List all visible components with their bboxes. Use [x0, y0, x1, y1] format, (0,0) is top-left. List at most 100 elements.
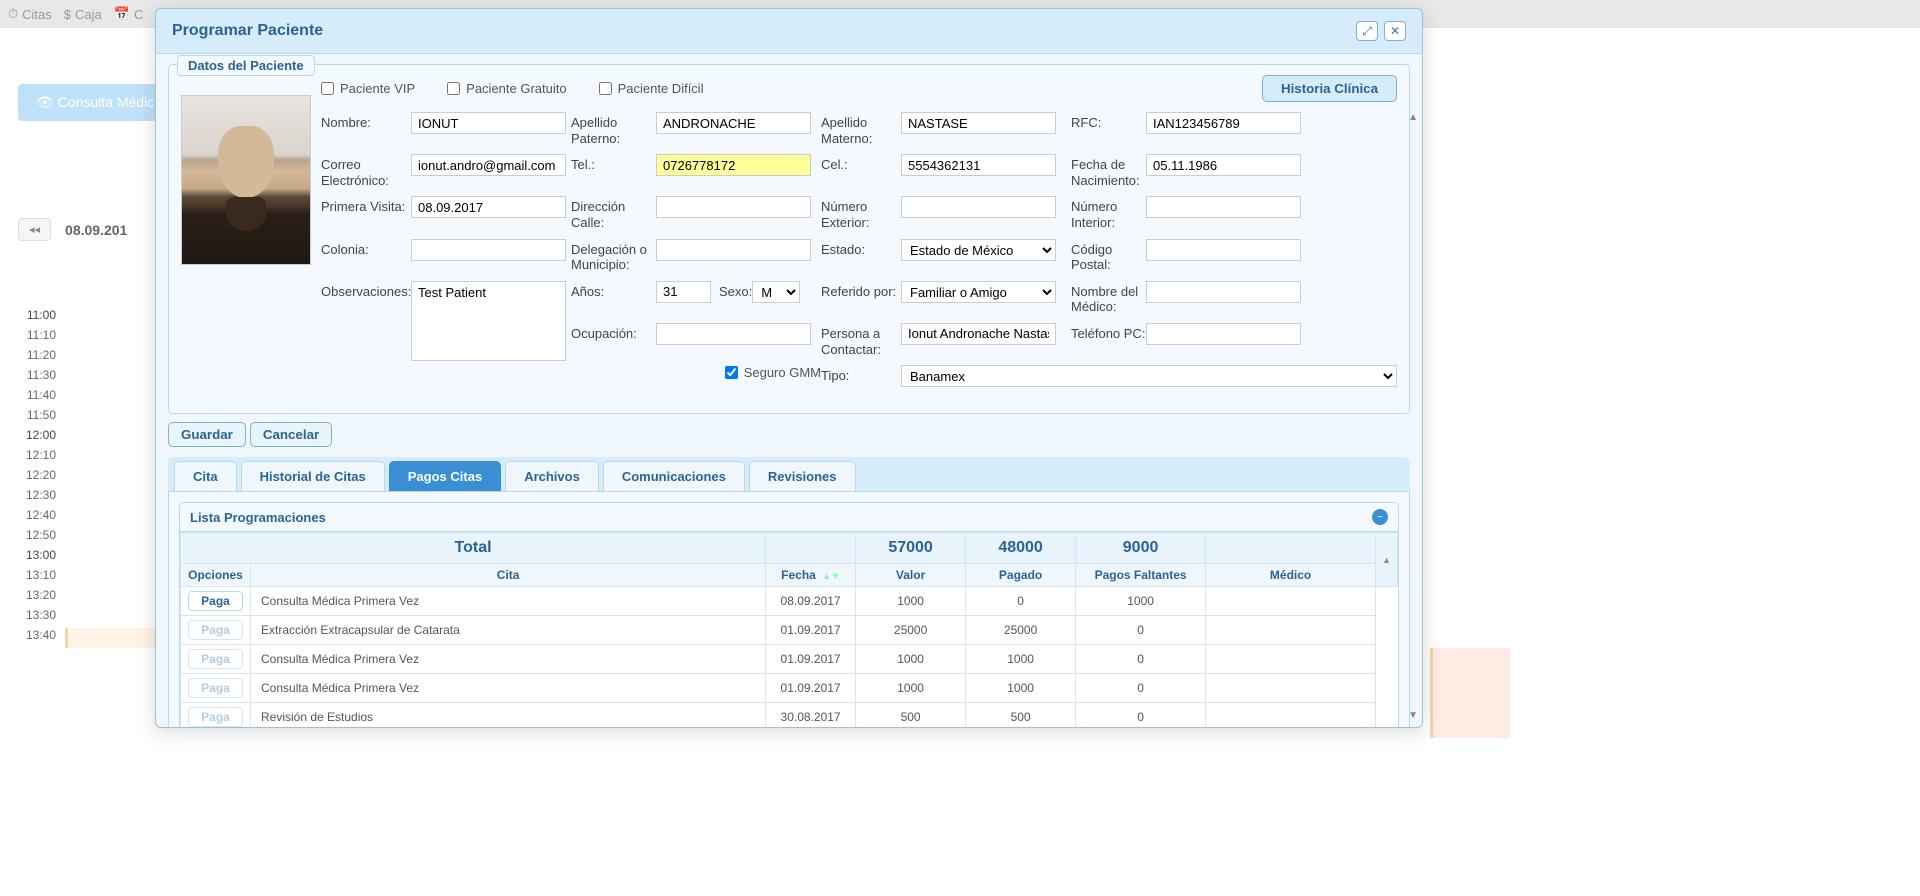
cell-faltantes: 0 [1076, 616, 1206, 645]
total-valor: 57000 [856, 533, 966, 564]
time-label: 13:00 [14, 548, 64, 568]
label-next: Número Exterior: [821, 196, 901, 230]
time-label: 12:10 [14, 448, 64, 468]
table-scrollbar[interactable]: ▲ [1376, 533, 1398, 587]
direccion-input[interactable] [656, 196, 811, 218]
cell-pagado: 0 [966, 587, 1076, 616]
label-estado: Estado: [821, 239, 901, 258]
toolbar-caja[interactable]: $ Caja [64, 7, 102, 22]
time-label: 12:40 [14, 508, 64, 528]
fecha-nacimiento-input[interactable] [1146, 154, 1301, 176]
primera-visita-input[interactable] [411, 196, 566, 218]
total-label: Total [181, 533, 766, 564]
cp-input[interactable] [1146, 239, 1301, 261]
column-header[interactable]: Opciones [181, 564, 251, 587]
patient-modal: Programar Paciente ⤢ ✕ ▲ ▼ Datos del Pac… [155, 8, 1423, 728]
tab-comunicaciones[interactable]: Comunicaciones [603, 461, 745, 491]
observaciones-input[interactable] [411, 281, 566, 361]
table-row: PagaConsulta Médica Primera Vez08.09.201… [181, 587, 1398, 616]
sexo-select[interactable]: M [752, 281, 800, 303]
calendar-event[interactable] [65, 628, 155, 648]
column-header[interactable]: Valor [856, 564, 966, 587]
estado-select[interactable]: Estado de México [901, 239, 1056, 261]
label-anos: Años: [571, 281, 656, 300]
cell-faltantes: 0 [1076, 674, 1206, 703]
tipo-select[interactable]: Banamex [901, 365, 1397, 387]
modal-expand-icon[interactable]: ⤢ [1356, 21, 1378, 41]
num-interior-input[interactable] [1146, 196, 1301, 218]
apellido-paterno-input[interactable] [656, 112, 811, 134]
vip-checkbox[interactable]: Paciente VIP [321, 81, 415, 96]
paga-button[interactable]: Paga [188, 591, 243, 611]
column-header[interactable]: Pagado [966, 564, 1076, 587]
total-pagado: 48000 [966, 533, 1076, 564]
tab-cita[interactable]: Cita [174, 461, 237, 491]
cell-faltantes: 1000 [1076, 587, 1206, 616]
label-ap-paterno: Apellido Paterno: [571, 112, 656, 146]
tab-historial-de-citas[interactable]: Historial de Citas [241, 461, 385, 491]
rfc-input[interactable] [1146, 112, 1301, 134]
calendar-prev-button[interactable]: ◂◂ [18, 218, 51, 241]
paga-button[interactable]: Paga [188, 620, 243, 640]
nombre-medico-input[interactable] [1146, 281, 1301, 303]
gratuito-checkbox[interactable]: Paciente Gratuito [447, 81, 566, 96]
collapse-icon[interactable]: − [1372, 509, 1388, 525]
label-rfc: RFC: [1071, 112, 1146, 131]
tab-archivos[interactable]: Archivos [505, 461, 599, 491]
delegacion-input[interactable] [656, 239, 811, 261]
label-email: Correo Electrónico: [321, 154, 411, 188]
modal-header: Programar Paciente ⤢ ✕ [156, 9, 1422, 54]
cell-fecha: 01.09.2017 [766, 645, 856, 674]
cell-faltantes: 0 [1076, 645, 1206, 674]
guardar-button[interactable]: Guardar [168, 422, 246, 447]
pagos-citas-panel: Lista Programaciones − Total 57000 48000… [168, 492, 1410, 727]
colonia-input[interactable] [411, 239, 566, 261]
cell-cita: Extracción Extracapsular de Catarata [251, 616, 766, 645]
tab-revisiones[interactable]: Revisiones [749, 461, 856, 491]
nombre-input[interactable] [411, 112, 566, 134]
cell-pagado: 1000 [966, 645, 1076, 674]
tel-input[interactable] [656, 154, 811, 176]
label-telpc: Teléfono PC: [1071, 323, 1146, 342]
label-deleg: Delegación o Municipio: [571, 239, 656, 273]
toolbar-citas[interactable]: ⏱ Citas [8, 6, 52, 22]
table-row: Paga Extracción Extracapsular de Catarata… [181, 616, 1398, 645]
historia-clinica-button[interactable]: Historia Clínica [1262, 75, 1397, 102]
consulta-medica-button[interactable]: 👁 Consulta Médic [18, 84, 172, 121]
seguro-gmm-checkbox[interactable]: Seguro GMM [725, 365, 821, 380]
label-contacto: Persona a Contactar: [821, 323, 901, 357]
email-input[interactable] [411, 154, 566, 176]
contacto-input[interactable] [901, 323, 1056, 345]
num-exterior-input[interactable] [901, 196, 1056, 218]
calendar-event[interactable] [1430, 648, 1510, 738]
toolbar-cal[interactable]: 📅 C [114, 6, 144, 22]
time-label: 12:20 [14, 468, 64, 488]
cancelar-button[interactable]: Cancelar [250, 422, 332, 447]
column-header[interactable]: Fecha ▲▼ [766, 564, 856, 587]
telpc-input[interactable] [1146, 323, 1301, 345]
label-tel: Tel.: [571, 154, 656, 173]
column-header[interactable]: Médico [1206, 564, 1376, 587]
grid-title: Lista Programaciones [190, 510, 326, 525]
modal-close-icon[interactable]: ✕ [1384, 21, 1406, 41]
cell-cita: Consulta Médica Primera Vez [251, 587, 766, 616]
time-column: 11:0011:1011:2011:3011:4011:5012:0012:10… [14, 308, 64, 648]
paga-button[interactable]: Paga [188, 678, 243, 698]
paga-button[interactable]: Paga [188, 649, 243, 669]
ocupacion-input[interactable] [656, 323, 811, 345]
dificil-checkbox[interactable]: Paciente Difícil [599, 81, 704, 96]
label-tipo: Tipo: [821, 365, 901, 384]
anos-input[interactable] [656, 281, 711, 303]
patient-data-fieldset: Datos del Paciente Paciente VIP Paciente… [168, 64, 1410, 414]
label-nombre: Nombre: [321, 112, 411, 131]
referido-select[interactable]: Familiar o Amigo [901, 281, 1056, 303]
tab-bar: CitaHistorial de CitasPagos CitasArchivo… [168, 457, 1410, 492]
cel-input[interactable] [901, 154, 1056, 176]
tab-pagos-citas[interactable]: Pagos Citas [389, 461, 501, 491]
paga-button[interactable]: Paga [188, 707, 243, 727]
scroll-down-icon[interactable]: ▼ [1408, 710, 1418, 721]
apellido-materno-input[interactable] [901, 112, 1056, 134]
column-header[interactable]: Cita [251, 564, 766, 587]
column-header[interactable]: Pagos Faltantes [1076, 564, 1206, 587]
cell-medico [1206, 674, 1376, 703]
